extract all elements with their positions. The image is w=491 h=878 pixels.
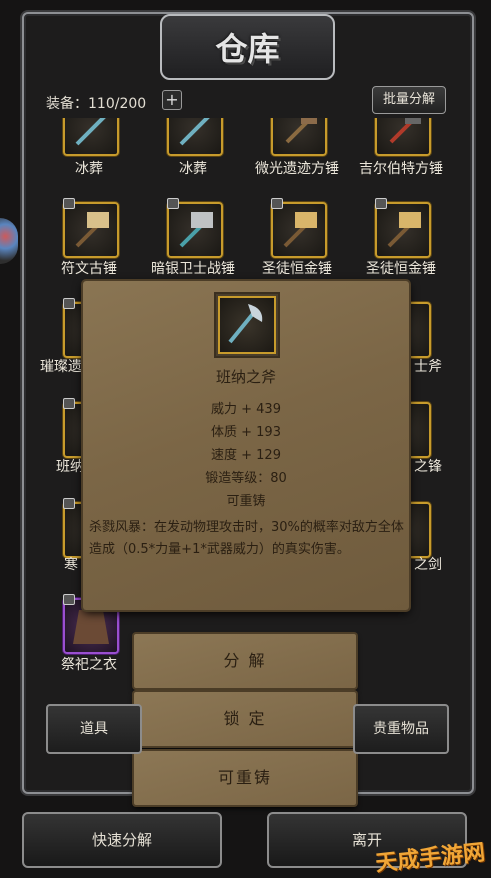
hammer-icon — [167, 198, 223, 258]
spear-icon — [167, 118, 223, 156]
lock-button[interactable]: 锁 定 — [134, 692, 356, 746]
stat-forge-level: 锻造等级：80 — [205, 471, 287, 486]
expand-capacity-button[interactable]: + — [162, 90, 182, 110]
lock-icon — [63, 398, 75, 409]
floating-orb-icon[interactable] — [0, 218, 18, 264]
inventory-topbar: 装备：110/200 + 批量分解 — [36, 86, 454, 116]
decompose-button[interactable]: 分 解 — [134, 634, 356, 688]
stat-reforgeable: 可重铸 — [226, 494, 266, 509]
item-cell[interactable]: 冰葬 — [36, 118, 142, 196]
item-cell[interactable]: 祭祀之衣 — [36, 594, 142, 694]
batch-decompose-button[interactable]: 批量分解 — [372, 86, 446, 114]
window-title: 仓库 — [215, 30, 280, 68]
item-label: 微光遗迹方锤 — [255, 161, 339, 177]
item-icon-frame — [214, 292, 280, 358]
item-label: 圣徒恒金锤 — [262, 261, 332, 277]
item-skill-description: 杀戮风暴：在发动物理攻击时，30%的概率对敌方全体造成（0.5*力量+1*武器威… — [89, 520, 404, 557]
hammer-icon — [375, 198, 431, 258]
item-label: 冰葬 — [179, 161, 207, 177]
item-cell[interactable]: 吉尔伯特方锤 — [348, 118, 454, 196]
equip-count-label: 装备：110/200 — [46, 96, 147, 112]
item-name: 班纳之斧 — [215, 368, 276, 386]
hammer-icon — [271, 118, 327, 156]
item-label: 圣徒恒金锤 — [366, 261, 436, 277]
item-detail-popup: 班纳之斧 威力 + 439 体质 + 193 速度 + 129 锻造等级：80 … — [83, 281, 409, 610]
hammer-icon — [375, 118, 431, 156]
item-cell[interactable]: 冰葬 — [140, 118, 246, 196]
item-label: 祭祀之衣 — [61, 657, 117, 673]
lock-icon — [63, 498, 75, 509]
tab-props[interactable]: 道具 — [46, 704, 142, 754]
item-cell[interactable]: 微光遗迹方锤 — [244, 118, 350, 196]
item-label: 暗银卫士战锤 — [151, 261, 235, 277]
lock-icon — [63, 298, 75, 309]
hammer-icon — [271, 198, 327, 258]
quick-decompose-button[interactable]: 快速分解 — [22, 812, 222, 868]
axe-icon — [218, 296, 276, 354]
hammer-icon — [63, 198, 119, 258]
reforge-button[interactable]: 可重铸 — [134, 751, 356, 805]
stat-power: 威力 + 439 — [211, 402, 281, 417]
item-label: 吉尔伯特方锤 — [359, 161, 443, 177]
window-title-plate: 仓库 — [160, 14, 335, 80]
stat-speed: 速度 + 129 — [211, 448, 281, 463]
item-label: 符文古锤 — [61, 261, 117, 277]
spear-icon — [63, 118, 119, 156]
item-label: 冰葬 — [75, 161, 103, 177]
stat-constitution: 体质 + 193 — [211, 425, 281, 440]
tab-valuables[interactable]: 贵重物品 — [353, 704, 449, 754]
